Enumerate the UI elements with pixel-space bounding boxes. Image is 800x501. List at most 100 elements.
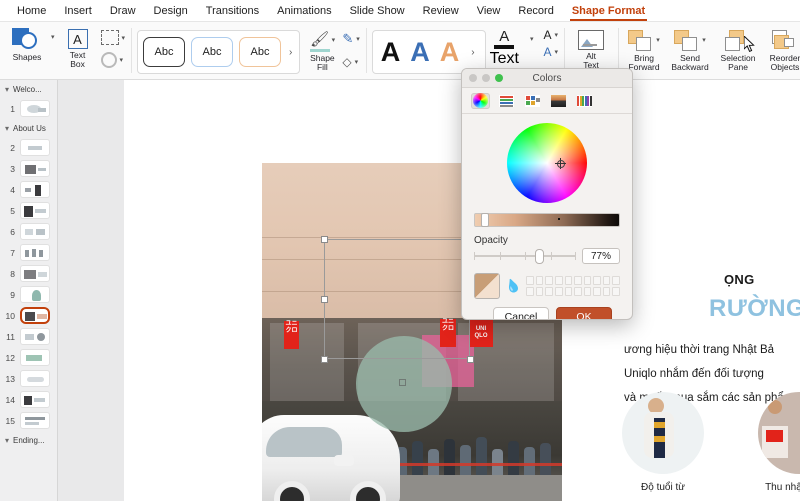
swatch-cell[interactable] [536,287,544,296]
tab-home[interactable]: Home [8,0,55,22]
color-wheel-picker[interactable] [507,123,587,203]
tab-animations[interactable]: Animations [268,0,340,22]
shape-style-1[interactable]: Abc [143,37,185,67]
ok-button[interactable]: OK [556,307,612,320]
swatch-cell[interactable] [612,276,620,285]
sidebar-section-welcome[interactable]: ▾ Welco... [0,80,57,98]
slide-thumbnail-sidebar[interactable]: ▾ Welco... 1 ▾ About Us 2 3 [0,80,58,501]
slide-thumb-15[interactable]: 15 [0,410,57,431]
tab-insert[interactable]: Insert [55,0,101,22]
cancel-button[interactable]: Cancel [493,307,549,320]
pencils-tool[interactable] [575,93,594,109]
send-backward-button[interactable]: ▾ Send Backward [666,25,714,72]
slide-thumb-13[interactable]: 13 [0,368,57,389]
swatch-cell[interactable] [565,276,573,285]
brightness-slider-knob[interactable] [481,213,489,227]
swatch-cell[interactable] [555,287,563,296]
resize-handle-bottom-left[interactable] [321,356,328,363]
wordart-style-2[interactable]: A [410,39,430,66]
slide-thumb-10[interactable]: 10 [0,305,57,326]
swatch-cell[interactable] [593,287,601,296]
slide-thumb-9[interactable]: 9 [0,284,57,305]
resize-handle-top-left[interactable] [321,236,328,243]
slide-thumb-2[interactable]: 2 [0,137,57,158]
slide-thumb-11[interactable]: 11 [0,326,57,347]
swatch-cell[interactable] [545,276,553,285]
alt-text-button[interactable]: Alt Text [568,25,614,70]
swatch-cell[interactable] [603,276,611,285]
swatch-cell[interactable] [603,287,611,296]
slide-heading-large[interactable]: RƯỜNG MỤC T [709,295,800,323]
shape-styles-gallery[interactable]: Abc Abc Abc › [137,30,300,74]
tab-transitions[interactable]: Transitions [197,0,268,22]
swatch-cell[interactable] [612,287,620,296]
image-palettes-tool[interactable] [549,93,568,109]
shape-fill-button[interactable]: 🖌 ▾ Shape Fill [302,25,342,72]
tab-draw[interactable]: Draw [101,0,145,22]
swatch-cell[interactable] [574,276,582,285]
tab-slide-show[interactable]: Slide Show [341,0,414,22]
bring-forward-button[interactable]: ▾ Bring Forward [622,25,666,72]
colors-dialog[interactable]: Colors [461,68,633,320]
shape-style-2[interactable]: Abc [191,37,233,67]
slide-thumb-4[interactable]: 4 [0,179,57,200]
shape-styles-more-button[interactable]: › [287,47,294,58]
swatch-cell[interactable] [536,276,544,285]
sidebar-section-about-us[interactable]: ▾ About Us [0,119,57,137]
reorder-objects-button[interactable]: Reorder Objects [762,25,800,72]
slide-thumb-14[interactable]: 14 [0,389,57,410]
slide-thumb-3[interactable]: 3 [0,158,57,179]
swatch-cell[interactable] [593,276,601,285]
shape-effects-button[interactable]: ◇ ▾ [342,55,359,69]
photo-circle-left[interactable] [622,392,704,474]
saved-swatches-grid[interactable] [526,276,620,296]
swatch-cell[interactable] [565,287,573,296]
wordart-more-button[interactable]: › [469,47,476,58]
swatch-cell[interactable] [584,287,592,296]
shapes-button[interactable]: Shapes [4,25,50,62]
color-sliders-tool[interactable] [497,93,516,109]
tab-review[interactable]: Review [414,0,468,22]
shape-outline-button[interactable]: ✎ ▾ [342,31,359,47]
slide-heading-small[interactable]: ỌNG [724,272,755,287]
slide-thumb-1[interactable]: 1 [0,98,57,119]
swatch-cell[interactable] [545,287,553,296]
tab-shape-format[interactable]: Shape Format [563,0,654,22]
opacity-value[interactable]: 77% [582,248,620,264]
wordart-style-1[interactable]: A [381,39,401,66]
merge-shapes-button[interactable]: ▾ [101,52,126,68]
eyedropper-icon[interactable]: 💧 [503,276,524,297]
slide-thumb-7[interactable]: 7 [0,242,57,263]
swatch-cell[interactable] [526,287,534,296]
swatch-cell[interactable] [526,276,534,285]
swatch-cell[interactable] [584,276,592,285]
selection-bounding-box[interactable] [324,239,470,359]
text-effects-button[interactable]: A ▾ [544,46,559,58]
slide-thumb-8[interactable]: 8 [0,263,57,284]
brightness-slider[interactable] [474,213,620,227]
color-wheel-tool[interactable] [471,93,490,109]
text-box-button[interactable]: A Text Box [55,25,101,69]
text-outline-button[interactable]: A ▾ [544,29,559,41]
tab-record[interactable]: Record [509,0,562,22]
color-picker-crosshair[interactable] [555,158,566,169]
chevron-down-icon: ▾ [120,56,124,64]
wordart-style-3[interactable]: A [440,39,460,66]
current-color-swatch[interactable] [474,273,500,299]
swatch-cell[interactable] [555,276,563,285]
dialog-title: Colors [462,73,632,84]
tab-view[interactable]: View [468,0,510,22]
shape-style-3[interactable]: Abc [239,37,281,67]
swatch-cell[interactable] [574,287,582,296]
slide-thumb-6[interactable]: 6 [0,221,57,242]
resize-handle-bottom-right[interactable] [467,356,474,363]
opacity-slider[interactable] [474,249,576,263]
slide-thumb-5[interactable]: 5 [0,200,57,221]
resize-handle-mid-left[interactable] [321,296,328,303]
edit-shape-button[interactable]: ▾ [101,30,126,45]
tab-design[interactable]: Design [145,0,197,22]
sidebar-section-ending[interactable]: ▾ Ending... [0,431,57,449]
dialog-title-bar[interactable]: Colors [462,69,632,88]
slide-thumb-12[interactable]: 12 [0,347,57,368]
color-palettes-tool[interactable] [523,93,542,109]
